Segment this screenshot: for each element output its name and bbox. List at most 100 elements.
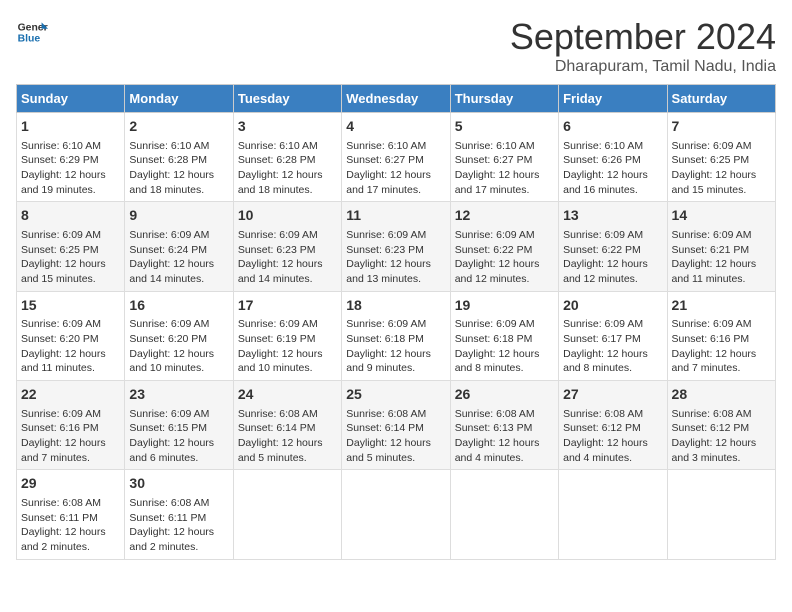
sunrise-text: Sunrise: 6:08 AM <box>672 408 752 420</box>
calendar-cell: 28Sunrise: 6:08 AMSunset: 6:12 PMDayligh… <box>667 381 775 470</box>
sunset-text: Sunset: 6:29 PM <box>21 154 99 166</box>
day-number: 13 <box>563 206 662 226</box>
day-number: 18 <box>346 296 445 316</box>
daylight-text: Daylight: 12 hours <box>129 258 214 270</box>
header-row: SundayMondayTuesdayWednesdayThursdayFrid… <box>17 85 776 113</box>
sunset-text: Sunset: 6:13 PM <box>455 422 533 434</box>
daylight-minutes: and 19 minutes. <box>21 184 96 196</box>
daylight-text: Daylight: 12 hours <box>346 258 431 270</box>
sunrise-text: Sunrise: 6:09 AM <box>21 408 101 420</box>
calendar-cell: 12Sunrise: 6:09 AMSunset: 6:22 PMDayligh… <box>450 202 558 291</box>
calendar-week-2: 8 Sunrise: 6:09 AM Sunset: 6:25 PM Daylight… <box>17 202 776 291</box>
calendar-cell: 23Sunrise: 6:09 AMSunset: 6:15 PMDayligh… <box>125 381 233 470</box>
calendar-cell: 13Sunrise: 6:09 AMSunset: 6:22 PMDayligh… <box>559 202 667 291</box>
day-number: 2 <box>129 117 228 137</box>
page-subtitle: Dharapuram, Tamil Nadu, India <box>510 58 776 76</box>
sunrise-text: Sunrise: 6:09 AM <box>563 318 643 330</box>
calendar-cell: 20Sunrise: 6:09 AMSunset: 6:17 PMDayligh… <box>559 291 667 380</box>
daylight-minutes: and 2 minutes. <box>21 541 90 553</box>
sunrise-text: Sunrise: 6:08 AM <box>346 408 426 420</box>
calendar-cell: 25Sunrise: 6:08 AMSunset: 6:14 PMDayligh… <box>342 381 450 470</box>
daylight-text: Daylight: 12 hours <box>672 348 757 360</box>
col-header-friday: Friday <box>559 85 667 113</box>
day-number: 5 <box>455 117 554 137</box>
sunset-text: Sunset: 6:24 PM <box>129 244 207 256</box>
day-number: 28 <box>672 385 771 405</box>
sunrise-text: Sunrise: 6:09 AM <box>672 140 752 152</box>
sunset-text: Sunset: 6:26 PM <box>563 154 641 166</box>
col-header-saturday: Saturday <box>667 85 775 113</box>
daylight-text: Daylight: 12 hours <box>238 348 323 360</box>
sunset-text: Sunset: 6:22 PM <box>563 244 641 256</box>
sunset-text: Sunset: 6:14 PM <box>346 422 424 434</box>
daylight-text: Daylight: 12 hours <box>346 169 431 181</box>
calendar-cell <box>233 470 341 559</box>
daylight-minutes: and 17 minutes. <box>455 184 530 196</box>
day-number: 30 <box>129 474 228 494</box>
svg-text:Blue: Blue <box>18 34 41 45</box>
calendar-cell: 3Sunrise: 6:10 AMSunset: 6:28 PMDaylight… <box>233 113 341 202</box>
sunset-text: Sunset: 6:11 PM <box>129 512 206 524</box>
sunrise-text: Sunrise: 6:09 AM <box>455 229 535 241</box>
sunset-text: Sunset: 6:23 PM <box>238 244 316 256</box>
daylight-text: Daylight: 12 hours <box>563 169 648 181</box>
daylight-text: Daylight: 12 hours <box>346 437 431 449</box>
day-number: 8 <box>21 206 120 226</box>
daylight-text: Daylight: 12 hours <box>672 169 757 181</box>
sunset-text: Sunset: 6:15 PM <box>129 422 207 434</box>
sunrise-text: Sunrise: 6:09 AM <box>346 318 426 330</box>
daylight-minutes: and 11 minutes. <box>672 273 746 285</box>
sunset-text: Sunset: 6:18 PM <box>455 333 533 345</box>
sunrise-text: Sunrise: 6:09 AM <box>21 229 101 241</box>
sunrise-text: Sunrise: 6:08 AM <box>563 408 643 420</box>
daylight-minutes: and 16 minutes. <box>563 184 638 196</box>
calendar-cell: 1Sunrise: 6:10 AMSunset: 6:29 PMDaylight… <box>17 113 125 202</box>
calendar-cell: 2Sunrise: 6:10 AMSunset: 6:28 PMDaylight… <box>125 113 233 202</box>
calendar-cell: 8Sunrise: 6:09 AMSunset: 6:25 PMDaylight… <box>17 202 125 291</box>
daylight-minutes: and 15 minutes. <box>672 184 747 196</box>
calendar-cell: 24Sunrise: 6:08 AMSunset: 6:14 PMDayligh… <box>233 381 341 470</box>
calendar-cell: 22Sunrise: 6:09 AMSunset: 6:16 PMDayligh… <box>17 381 125 470</box>
title-area: September 2024 Dharapuram, Tamil Nadu, I… <box>510 16 776 76</box>
sunrise-text: Sunrise: 6:09 AM <box>672 318 752 330</box>
daylight-text: Daylight: 12 hours <box>21 437 106 449</box>
sunrise-text: Sunrise: 6:09 AM <box>238 318 318 330</box>
daylight-minutes: and 13 minutes. <box>346 273 421 285</box>
day-number: 19 <box>455 296 554 316</box>
calendar-header: SundayMondayTuesdayWednesdayThursdayFrid… <box>17 85 776 113</box>
daylight-text: Daylight: 12 hours <box>238 258 323 270</box>
sunrise-text: Sunrise: 6:10 AM <box>563 140 643 152</box>
daylight-text: Daylight: 12 hours <box>455 348 540 360</box>
col-header-tuesday: Tuesday <box>233 85 341 113</box>
daylight-minutes: and 5 minutes. <box>238 452 307 464</box>
daylight-text: Daylight: 12 hours <box>563 348 648 360</box>
daylight-minutes: and 12 minutes. <box>563 273 638 285</box>
calendar-cell: 6Sunrise: 6:10 AMSunset: 6:26 PMDaylight… <box>559 113 667 202</box>
daylight-text: Daylight: 12 hours <box>129 437 214 449</box>
daylight-minutes: and 4 minutes. <box>563 452 632 464</box>
sunset-text: Sunset: 6:22 PM <box>455 244 533 256</box>
daylight-text: Daylight: 12 hours <box>672 258 757 270</box>
sunrise-text: Sunrise: 6:10 AM <box>129 140 209 152</box>
day-number: 15 <box>21 296 120 316</box>
sunrise-text: Sunrise: 6:09 AM <box>238 229 318 241</box>
calendar-cell: 7Sunrise: 6:09 AMSunset: 6:25 PMDaylight… <box>667 113 775 202</box>
sunset-text: Sunset: 6:18 PM <box>346 333 424 345</box>
daylight-text: Daylight: 12 hours <box>455 169 540 181</box>
sunset-text: Sunset: 6:20 PM <box>21 333 99 345</box>
daylight-minutes: and 6 minutes. <box>129 452 198 464</box>
calendar-cell: 21Sunrise: 6:09 AMSunset: 6:16 PMDayligh… <box>667 291 775 380</box>
daylight-text: Daylight: 12 hours <box>455 437 540 449</box>
calendar-cell: 4Sunrise: 6:10 AMSunset: 6:27 PMDaylight… <box>342 113 450 202</box>
calendar-cell: 18Sunrise: 6:09 AMSunset: 6:18 PMDayligh… <box>342 291 450 380</box>
col-header-sunday: Sunday <box>17 85 125 113</box>
calendar-cell: 5Sunrise: 6:10 AMSunset: 6:27 PMDaylight… <box>450 113 558 202</box>
day-number: 9 <box>129 206 228 226</box>
calendar-cell <box>559 470 667 559</box>
calendar-week-3: 15 Sunrise: 6:09 AM Sunset: 6:20 PM Dayligh… <box>17 291 776 380</box>
sunrise-text: Sunrise: 6:09 AM <box>563 229 643 241</box>
sunrise-text: Sunrise: 6:09 AM <box>129 229 209 241</box>
daylight-text: Daylight: 12 hours <box>129 169 214 181</box>
daylight-text: Daylight: 12 hours <box>21 526 106 538</box>
sunset-text: Sunset: 6:25 PM <box>21 244 99 256</box>
